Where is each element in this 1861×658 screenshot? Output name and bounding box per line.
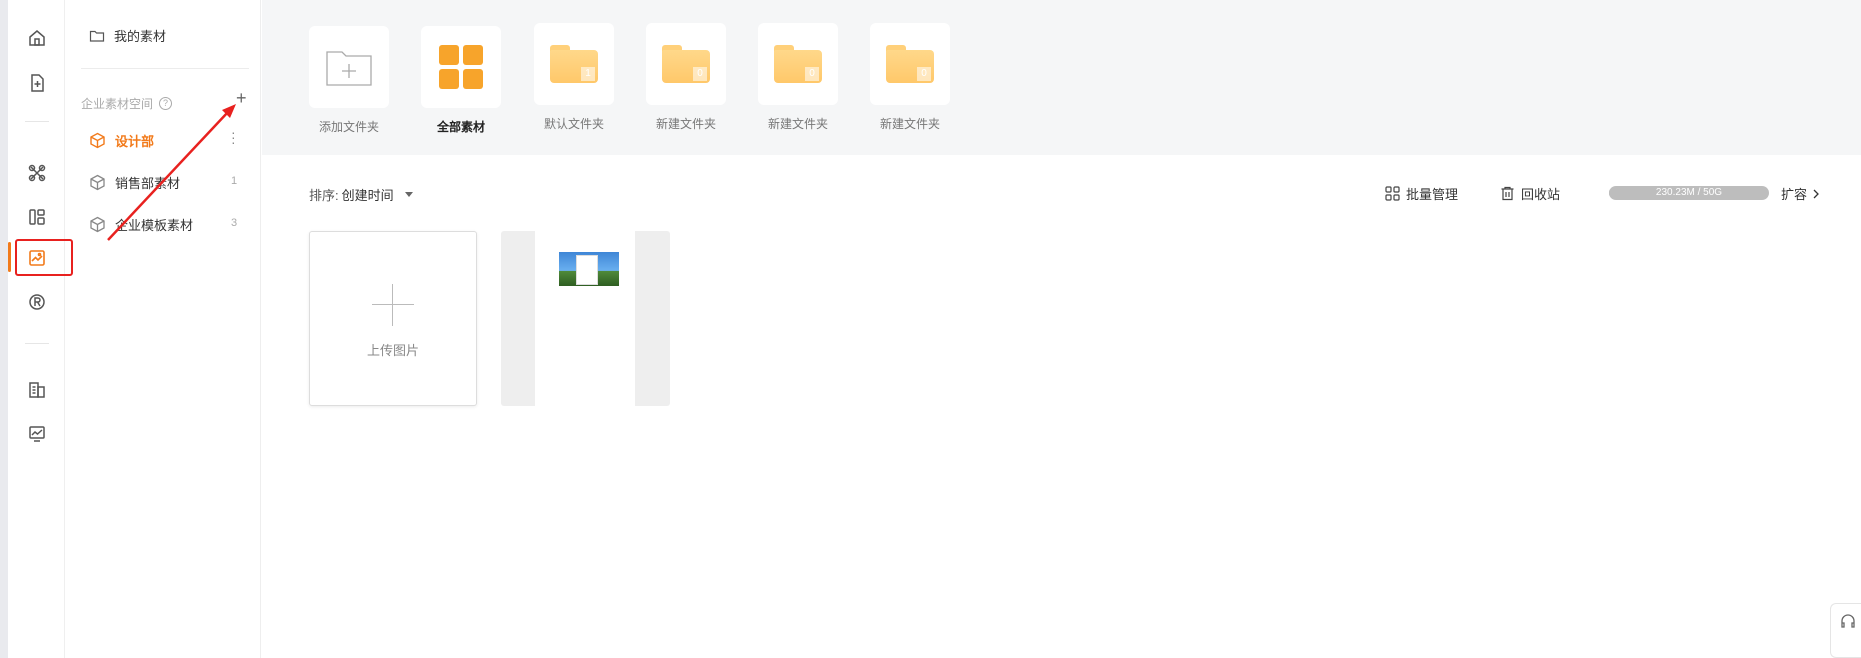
add-folder-tile[interactable] <box>309 26 389 108</box>
image-icon[interactable] <box>8 240 65 276</box>
recycle-bin-label: 回收站 <box>1521 187 1561 202</box>
all-materials-label: 全部素材 <box>436 120 485 134</box>
upload-image-card[interactable]: 上传图片 <box>309 231 477 406</box>
folder-icon: 1 <box>550 45 598 83</box>
folder-label: 新建文件夹 <box>655 117 716 131</box>
chevron-down-icon <box>404 192 413 197</box>
my-materials-item[interactable]: 我的素材 <box>89 26 166 45</box>
folder-icon: 0 <box>774 45 822 83</box>
home-icon[interactable] <box>8 20 65 56</box>
folder-tile[interactable]: 0 <box>870 23 950 105</box>
sort-label: 排序: <box>309 188 339 203</box>
image-card[interactable] <box>501 231 670 406</box>
support-widget[interactable] <box>1830 603 1861 658</box>
sidebar-item-label: 销售部素材 <box>115 176 181 191</box>
image-thumbnail <box>559 252 619 286</box>
add-folder-label: 添加文件夹 <box>318 120 379 134</box>
cube-icon <box>90 132 105 149</box>
sidebar-item-design[interactable]: 设计部 <box>89 131 154 150</box>
chart-icon[interactable] <box>8 416 65 452</box>
layout-icon[interactable] <box>8 199 65 235</box>
folder-tile[interactable]: 1 <box>534 23 614 105</box>
folder-tile[interactable]: 0 <box>758 23 838 105</box>
upload-image-label: 上传图片 <box>366 343 419 358</box>
recycle-bin-button[interactable]: 回收站 <box>1500 184 1560 203</box>
more-options-icon[interactable]: · · · <box>231 125 236 149</box>
grid-manage-icon <box>1385 186 1400 201</box>
folder-label: 新建文件夹 <box>879 117 940 131</box>
chevron-right-icon <box>1813 189 1819 198</box>
rail-separator <box>25 121 49 122</box>
folder-label: 默认文件夹 <box>543 117 604 131</box>
sort-dropdown[interactable]: 排序: 创建时间 <box>309 185 413 204</box>
space-title-label: 企业素材空间 <box>81 97 154 111</box>
sort-value: 创建时间 <box>341 188 394 203</box>
headset-icon <box>1841 614 1855 628</box>
batch-manage-label: 批量管理 <box>1406 187 1459 202</box>
storage-quota-text: 230.23M / 50G <box>1655 187 1723 198</box>
material-sidebar: 我的素材 企业素材空间 ? + 设计部 · · · 销售部素材 1 企业模板素材 3 <box>65 0 261 658</box>
new-doc-icon[interactable] <box>8 65 65 101</box>
rail-separator <box>25 343 49 344</box>
sidebar-divider <box>81 68 249 69</box>
add-folder-icon <box>326 51 372 86</box>
folder-tile[interactable]: 0 <box>646 23 726 105</box>
my-materials-label: 我的素材 <box>114 29 167 44</box>
storage-quota-bar: 230.23M / 50G <box>1609 186 1769 200</box>
grid-icon <box>439 45 483 89</box>
sidebar-item-template[interactable]: 企业模板素材 <box>89 215 193 234</box>
registered-icon[interactable] <box>8 284 65 320</box>
window-edge <box>0 0 8 658</box>
cube-icon <box>90 174 105 191</box>
cube-icon <box>90 216 105 233</box>
group-count: 1 <box>231 175 238 187</box>
batch-manage-button[interactable]: 批量管理 <box>1385 184 1458 203</box>
all-materials-tile[interactable] <box>421 26 501 108</box>
add-space-button[interactable]: + <box>236 89 247 107</box>
folder-icon: 0 <box>886 45 934 83</box>
folder-icon <box>89 30 105 42</box>
space-title: 企业素材空间 ? <box>81 95 173 112</box>
sidebar-item-label: 设计部 <box>115 134 155 149</box>
expand-storage-button[interactable]: 扩容 <box>1781 184 1820 203</box>
icon-rail <box>8 0 65 658</box>
trash-icon <box>1501 186 1514 201</box>
folder-icon: 0 <box>662 45 710 83</box>
tools-icon[interactable] <box>8 155 65 191</box>
expand-label: 扩容 <box>1781 187 1808 202</box>
plus-icon <box>372 284 414 326</box>
group-count: 3 <box>231 217 238 229</box>
folder-strip: 添加文件夹 全部素材 1 默认文件夹 0 新建文件夹 0 新建文件夹 0 新建文… <box>262 0 1861 155</box>
help-icon[interactable]: ? <box>159 97 173 110</box>
building-icon[interactable] <box>8 372 65 408</box>
sidebar-item-label: 企业模板素材 <box>115 218 194 233</box>
sidebar-item-sales[interactable]: 销售部素材 <box>89 173 180 192</box>
folder-label: 新建文件夹 <box>767 117 828 131</box>
